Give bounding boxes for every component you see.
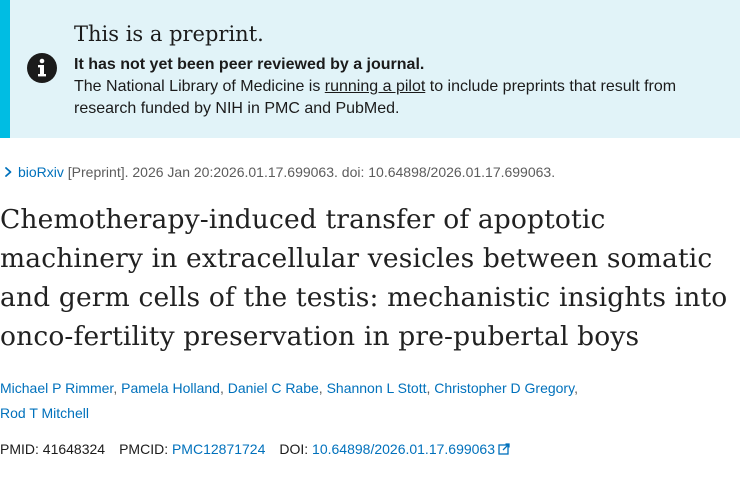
citation-details: [Preprint]. 2026 Jan 20:2026.01.17.69906… [63,164,556,180]
pilot-text-start: The National Library of Medicine is [74,78,325,95]
preprint-notice-banner: This is a preprint. It has not yet been … [0,0,740,138]
article-identifiers: PMID: 41648324 PMCID: PMC12871724 DOI: 10.… [0,438,510,460]
external-link-icon [498,443,510,455]
author-link[interactable]: Michael P Rimmer [0,380,113,396]
author-link[interactable]: Rod T Mitchell [0,405,89,421]
pmcid-link[interactable]: PMC12871724 [172,441,265,457]
author-link[interactable]: Shannon L Stott [327,380,427,396]
author-link[interactable]: Daniel C Rabe [228,380,319,396]
pmcid-label: PMCID: [119,441,172,457]
doi-link[interactable]: 10.64898/2026.01.17.699063 [312,441,510,457]
source-link[interactable]: bioRxiv [18,164,64,180]
preprint-pilot-text: The National Library of Medicine is runn… [74,76,734,120]
author-separator: , [113,380,122,396]
doi-label: DOI: [279,441,313,457]
author-list: Michael P Rimmer, Pamela Holland, Daniel… [0,376,700,426]
pmid-value: 41648324 [42,441,106,457]
doi-value: 10.64898/2026.01.17.699063 [312,441,496,457]
preprint-heading: This is a preprint. [74,22,264,46]
author-separator: , [574,380,578,396]
author-link[interactable]: Christopher D Gregory [434,380,574,396]
article-title: Chemotherapy-induced transfer of apoptot… [0,204,728,352]
info-icon [27,53,57,83]
running-pilot-link[interactable]: running a pilot [325,78,426,95]
citation-line: bioRxiv [Preprint]. 2026 Jan 20:2026.01.… [0,162,555,182]
author-link[interactable]: Pamela Holland [121,380,220,396]
author-separator: , [318,380,327,396]
pmid-label: PMID: [0,441,43,457]
peer-review-notice: It has not yet been peer reviewed by a j… [74,56,425,73]
chevron-right-icon [5,167,12,177]
author-separator: , [219,380,228,396]
